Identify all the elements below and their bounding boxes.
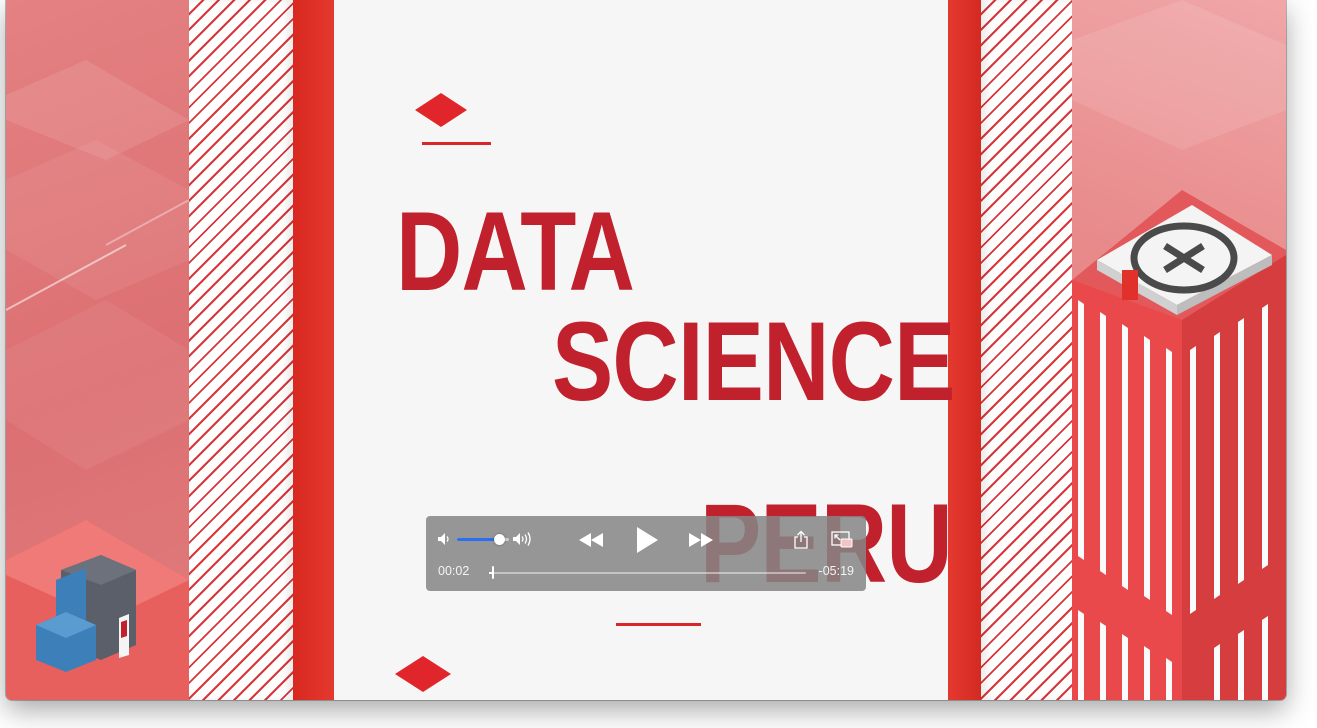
play-icon [637,527,658,553]
red-bar-left [293,0,334,700]
remaining-time: -05:19 [818,564,854,578]
diamond-bottom [395,656,451,692]
fast-forward-button[interactable] [686,527,716,553]
isometric-building-illustration [1072,0,1286,700]
underline-top [422,142,491,145]
isometric-box-illustration [36,555,136,672]
share-button[interactable] [792,529,810,551]
speaker-high-icon[interactable] [512,530,534,548]
volume-knob[interactable] [494,534,505,545]
diamond-top [415,93,467,127]
rewind-icon [579,533,603,547]
picture-in-picture-icon [831,531,853,548]
rewind-button[interactable] [576,527,606,553]
diagonal-stripes-right [981,0,1072,700]
play-button[interactable] [632,524,662,556]
current-time: 00:02 [438,564,470,578]
progress-track [489,572,806,574]
fast-forward-icon [689,533,713,547]
share-icon [794,530,808,549]
speaker-low-icon[interactable] [436,531,452,547]
title-line-science: SCIENCE [552,299,955,424]
diagonal-stripes-left [189,0,293,700]
title-line-data: DATA [396,189,635,314]
playhead[interactable] [492,566,494,579]
background-left-panel [6,0,190,700]
video-player-window: DATA SCIENCE PERU [6,0,1286,700]
volume-slider[interactable] [457,534,509,545]
picture-in-picture-button[interactable] [831,530,853,550]
underline-bottom [616,623,701,626]
playback-controls: 00:02 -05:19 [426,516,866,591]
background-right-panel [1072,0,1286,700]
volume-fill [457,538,499,541]
video-frame[interactable]: DATA SCIENCE PERU [6,0,1286,700]
progress-scrubber[interactable] [489,566,806,579]
